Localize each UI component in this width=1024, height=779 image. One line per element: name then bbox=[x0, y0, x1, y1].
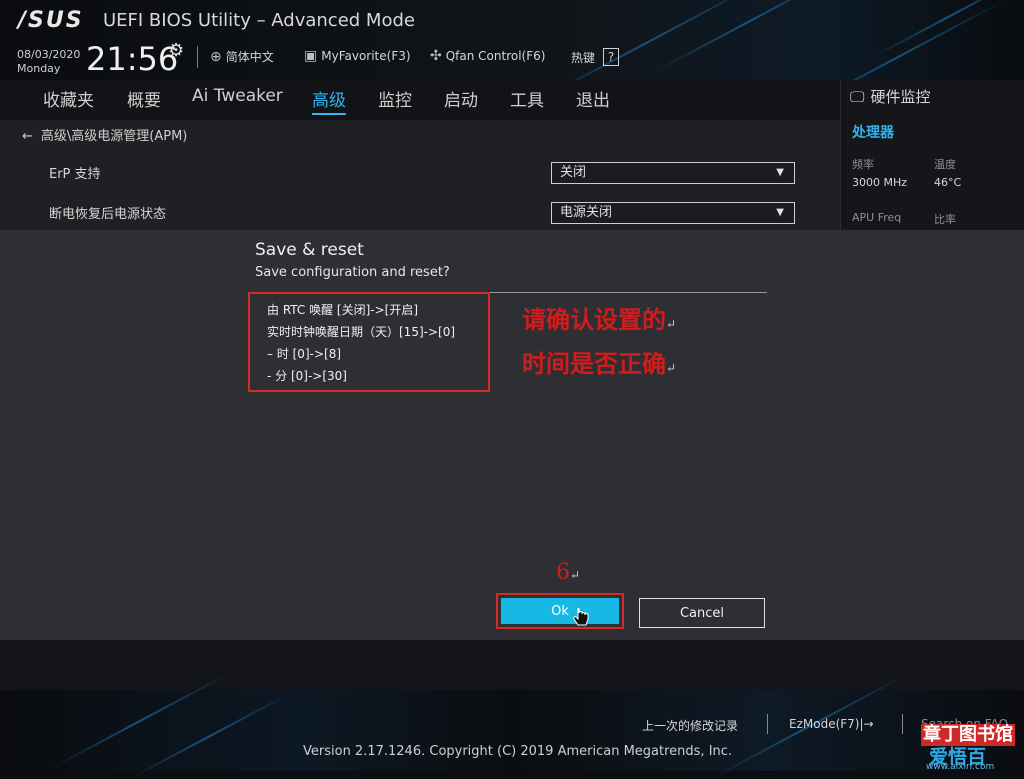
help-icon: ? bbox=[603, 48, 620, 66]
tab-advanced[interactable]: 高级 bbox=[312, 86, 346, 115]
favorite-icon: ▣ bbox=[304, 48, 318, 64]
return-mark-icon: ↵ bbox=[570, 568, 581, 582]
ok-label: Ok bbox=[551, 603, 569, 619]
temp-label: 温度 bbox=[934, 158, 956, 171]
qfan-label: Qfan Control(F6) bbox=[445, 49, 546, 63]
date-display: 08/03/2020 Monday bbox=[17, 48, 80, 76]
change-item: – 时 [0]->[8] bbox=[267, 347, 342, 361]
power-restore-select[interactable]: 电源关闭 ▼ bbox=[551, 202, 795, 224]
gear-icon[interactable]: ⚙ bbox=[168, 40, 184, 61]
language-button[interactable]: ⊕ 简体中文 bbox=[210, 48, 274, 65]
header-divider bbox=[197, 46, 198, 68]
chevron-down-icon: ▼ bbox=[776, 207, 784, 218]
hand-cursor-icon bbox=[573, 608, 589, 626]
change-item: - 分 [0]->[30] bbox=[267, 369, 347, 383]
ratio-label: 比率 bbox=[934, 213, 956, 226]
erp-support-label: ErP 支持 bbox=[49, 167, 101, 182]
back-arrow-icon[interactable]: ← bbox=[22, 129, 33, 144]
monitor-icon: 🖵 bbox=[850, 87, 865, 106]
return-mark-icon: ↵ bbox=[666, 361, 677, 375]
erp-support-select[interactable]: 关闭 ▼ bbox=[551, 162, 795, 184]
freq-label: 频率 bbox=[852, 158, 874, 171]
myfavorite-button[interactable]: ▣ MyFavorite(F3) bbox=[304, 48, 411, 64]
version-text: Version 2.17.1246. Copyright (C) 2019 Am… bbox=[303, 744, 733, 759]
power-restore-label: 断电恢复后电源状态 bbox=[49, 207, 167, 222]
breadcrumb[interactable]: ← 高级\高级电源管理(APM) bbox=[22, 125, 187, 144]
qfan-button[interactable]: ✣ Qfan Control(F6) bbox=[430, 48, 545, 64]
last-changes-link[interactable]: 上一次的修改记录 bbox=[642, 717, 738, 734]
myfavorite-label: MyFavorite(F3) bbox=[321, 49, 411, 63]
change-item: 由 RTC 唤醒 [关闭]->[开启] bbox=[267, 303, 419, 317]
date-text: 08/03/2020 bbox=[17, 48, 81, 61]
step-number-annotation: 6↵ bbox=[556, 560, 580, 585]
ok-button[interactable]: Ok bbox=[501, 598, 619, 626]
nav-bar bbox=[0, 80, 840, 120]
hotkeys-label: 热键 bbox=[571, 50, 596, 65]
hotkeys-button[interactable]: 热键 ? bbox=[571, 48, 620, 66]
annotation-line-2: 时间是否正确↵ bbox=[522, 344, 676, 379]
power-restore-value: 电源关闭 bbox=[560, 205, 613, 220]
temp-value: 46°C bbox=[934, 176, 962, 189]
cpu-section-title: 处理器 bbox=[852, 125, 894, 141]
asus-logo: /SUS bbox=[18, 8, 84, 33]
fan-icon: ✣ bbox=[430, 48, 442, 64]
cancel-button[interactable]: Cancel bbox=[639, 598, 765, 628]
tab-main[interactable]: 概要 bbox=[127, 86, 161, 111]
freq-value: 3000 MHz bbox=[852, 176, 908, 189]
apu-freq-label: APU Freq bbox=[852, 211, 902, 224]
tab-tool[interactable]: 工具 bbox=[510, 86, 544, 111]
tab-monitor[interactable]: 监控 bbox=[378, 86, 412, 111]
clock[interactable]: 21:56 bbox=[86, 40, 178, 78]
annotation-line-1: 请确认设置的↵ bbox=[522, 300, 676, 335]
hardware-monitor-label: 硬件监控 bbox=[870, 88, 931, 106]
cancel-label: Cancel bbox=[679, 605, 725, 621]
dialog-title: Save & reset bbox=[255, 240, 364, 260]
chevron-down-icon: ▼ bbox=[776, 167, 784, 178]
ezmode-link[interactable]: EzMode(F7)|→ bbox=[789, 717, 874, 731]
ok-highlight-box: Ok bbox=[496, 593, 624, 629]
app-title: UEFI BIOS Utility – Advanced Mode bbox=[103, 10, 415, 31]
language-label: 简体中文 bbox=[225, 50, 274, 64]
annotation-text-2: 时间是否正确 bbox=[522, 349, 666, 378]
breadcrumb-path: 高级\高级电源管理(APM) bbox=[40, 129, 188, 144]
annotation-text-1: 请确认设置的 bbox=[522, 305, 666, 334]
tab-exit[interactable]: 退出 bbox=[576, 86, 610, 111]
return-mark-icon: ↵ bbox=[666, 317, 677, 331]
day-text: Monday bbox=[17, 62, 61, 75]
footer-divider bbox=[902, 714, 903, 734]
hardware-monitor-title: 🖵 硬件监控 bbox=[850, 86, 930, 107]
erp-support-value: 关闭 bbox=[560, 165, 587, 180]
tab-boot[interactable]: 启动 bbox=[444, 86, 478, 111]
step-number: 6 bbox=[556, 560, 570, 585]
footer-divider bbox=[767, 714, 768, 734]
change-item: 实时时钟唤醒日期（天）[15]->[0] bbox=[267, 325, 456, 339]
tab-ai-tweaker[interactable]: Ai Tweaker bbox=[192, 86, 283, 106]
dialog-subtitle: Save configuration and reset? bbox=[255, 265, 450, 280]
globe-icon: ⊕ bbox=[210, 48, 222, 65]
tab-favorites[interactable]: 收藏夹 bbox=[43, 86, 94, 111]
